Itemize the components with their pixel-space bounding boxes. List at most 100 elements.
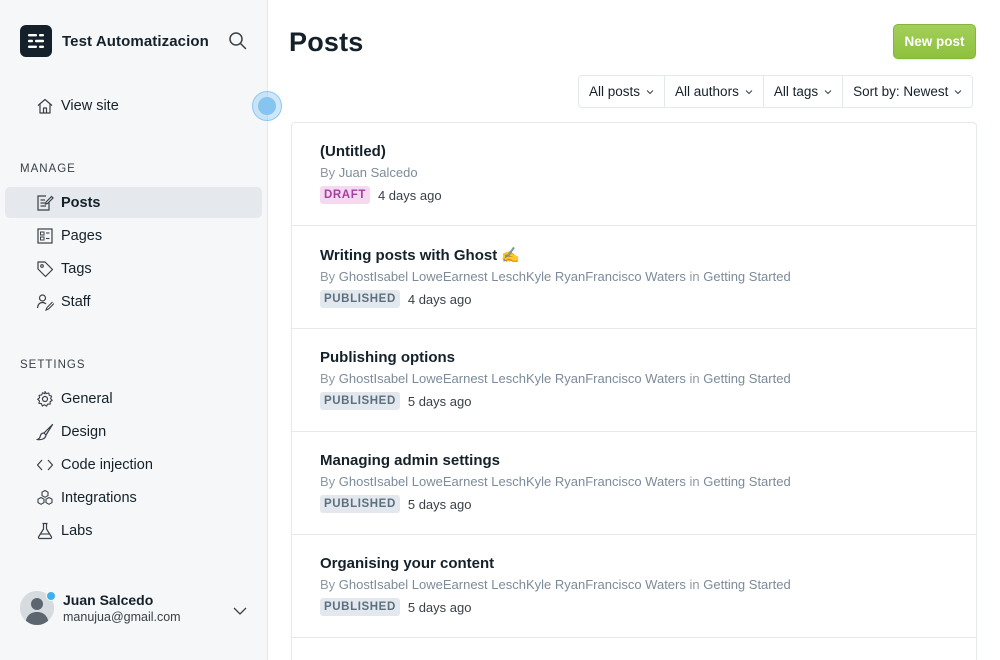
post-status-row: PUBLISHED 5 days ago	[320, 598, 976, 616]
chevron-down-icon	[646, 89, 654, 94]
post-status-row: DRAFT 4 days ago	[320, 186, 976, 204]
post-time: 4 days ago	[377, 187, 442, 203]
search-icon[interactable]	[228, 31, 248, 51]
post-meta: By GhostIsabel LoweEarnest LeschKyle Rya…	[320, 269, 976, 284]
nav-general[interactable]: General	[5, 383, 262, 414]
nav-code-injection[interactable]: Code injection	[5, 449, 262, 480]
post-meta: By GhostIsabel LoweEarnest LeschKyle Rya…	[320, 577, 976, 592]
list-item[interactable]: (Untitled) By Juan Salcedo DRAFT 4 days …	[292, 123, 976, 226]
meta-in: in	[689, 269, 700, 284]
tag-icon	[36, 260, 54, 278]
post-authors: GhostIsabel LoweEarnest LeschKyle RyanFr…	[338, 577, 686, 592]
status-badge: PUBLISHED	[320, 290, 400, 308]
status-badge: PUBLISHED	[320, 495, 400, 513]
nav-label: Posts	[61, 194, 101, 211]
meta-by: By	[320, 269, 336, 284]
meta-in: in	[689, 371, 700, 386]
gear-icon	[36, 390, 54, 408]
filter-label: All posts	[589, 84, 641, 99]
page-title: Posts	[289, 27, 364, 57]
chevron-down-icon[interactable]	[233, 603, 247, 615]
chevron-down-icon	[745, 89, 753, 94]
manage-heading: MANAGE	[20, 163, 76, 175]
post-authors: Juan Salcedo	[338, 165, 418, 180]
main-content: Posts New post All posts All authors All…	[268, 0, 1000, 660]
settings-heading: SETTINGS	[20, 359, 86, 371]
status-badge: DRAFT	[320, 186, 370, 204]
post-status-row: PUBLISHED 5 days ago	[320, 495, 976, 513]
nav-label: Tags	[61, 260, 92, 277]
post-meta: By Juan Salcedo	[320, 165, 976, 180]
meta-by: By	[320, 165, 336, 180]
post-time: 5 days ago	[407, 599, 472, 615]
post-tag: Getting Started	[703, 474, 791, 489]
filter-type-dropdown[interactable]: All posts	[579, 76, 666, 107]
post-title: Organising your content	[320, 555, 495, 572]
site-name: Test Automatizacion	[62, 32, 209, 50]
meta-by: By	[320, 474, 336, 489]
filter-label: All tags	[773, 84, 819, 99]
nav-label: View site	[61, 97, 119, 114]
post-status-row: PUBLISHED 4 days ago	[320, 290, 976, 308]
nav-label: Integrations	[61, 489, 137, 506]
post-authors: GhostIsabel LoweEarnest LeschKyle RyanFr…	[338, 474, 686, 489]
user-name: Juan Salcedo	[63, 592, 154, 608]
filter-label: Sort by: Newest	[853, 84, 949, 99]
chevron-down-icon	[824, 89, 832, 94]
post-authors: GhostIsabel LoweEarnest LeschKyle RyanFr…	[338, 269, 686, 284]
brand[interactable]: Test Automatizacion	[20, 25, 209, 57]
post-time: 5 days ago	[407, 393, 472, 409]
post-tag: Getting Started	[703, 577, 791, 592]
list-item[interactable]: Writing posts with Ghost ✍️ By GhostIsab…	[292, 226, 976, 329]
nav-staff[interactable]: Staff	[5, 286, 262, 317]
site-logo-icon	[20, 25, 52, 57]
filter-label: All authors	[675, 84, 739, 99]
nav-integrations[interactable]: Integrations	[5, 482, 262, 513]
nav-label: Staff	[61, 293, 91, 310]
nav-view-site[interactable]: View site	[5, 90, 262, 121]
post-time: 4 days ago	[407, 291, 472, 307]
online-status-dot	[46, 591, 56, 601]
post-authors: GhostIsabel LoweEarnest LeschKyle RyanFr…	[338, 371, 686, 386]
list-item[interactable]: Managing admin settings By GhostIsabel L…	[292, 432, 976, 535]
post-title: Writing posts with Ghost ✍️	[320, 247, 521, 264]
post-tag: Getting Started	[703, 269, 791, 284]
user-menu[interactable]: Juan Salcedo manujua@gmail.com	[20, 591, 250, 625]
nav-label: Labs	[61, 522, 93, 539]
nav-posts[interactable]: Posts	[5, 187, 262, 218]
sort-dropdown[interactable]: Sort by: Newest	[843, 76, 972, 107]
integrations-icon	[36, 489, 54, 507]
meta-in: in	[689, 474, 700, 489]
nav-labs[interactable]: Labs	[5, 515, 262, 546]
list-item[interactable]: Publishing options By GhostIsabel LoweEa…	[292, 329, 976, 432]
status-badge: PUBLISHED	[320, 598, 400, 616]
posts-list: (Untitled) By Juan Salcedo DRAFT 4 days …	[291, 122, 977, 660]
pages-icon	[36, 227, 54, 245]
avatar	[20, 591, 56, 625]
filter-author-dropdown[interactable]: All authors	[665, 76, 764, 107]
nav-pages[interactable]: Pages	[5, 220, 262, 251]
list-item[interactable]: Organising your content By GhostIsabel L…	[292, 535, 976, 638]
nav-tags[interactable]: Tags	[5, 253, 262, 284]
post-title: Managing admin settings	[320, 452, 501, 469]
nav-design[interactable]: Design	[5, 416, 262, 447]
home-icon	[36, 97, 54, 115]
nav-label: Code injection	[61, 456, 153, 473]
chevron-down-icon	[955, 89, 962, 94]
nav-label: Pages	[61, 227, 103, 244]
user-email: manujua@gmail.com	[63, 610, 181, 624]
new-post-button[interactable]: New post	[893, 24, 976, 59]
nav-label: Design	[61, 423, 107, 440]
sidebar: Test Automatizacion View site MANAGE Pos…	[0, 0, 282, 660]
post-title: Publishing options	[320, 349, 455, 366]
filter-tag-dropdown[interactable]: All tags	[764, 76, 844, 107]
filter-bar: All posts All authors All tags Sort by: …	[578, 75, 974, 108]
code-icon	[36, 456, 54, 474]
post-title: (Untitled)	[320, 143, 386, 160]
meta-in: in	[689, 577, 700, 592]
status-badge: PUBLISHED	[320, 392, 400, 410]
staff-icon	[36, 293, 55, 311]
meta-by: By	[320, 577, 336, 592]
posts-icon	[36, 194, 54, 212]
flask-icon	[36, 522, 54, 540]
